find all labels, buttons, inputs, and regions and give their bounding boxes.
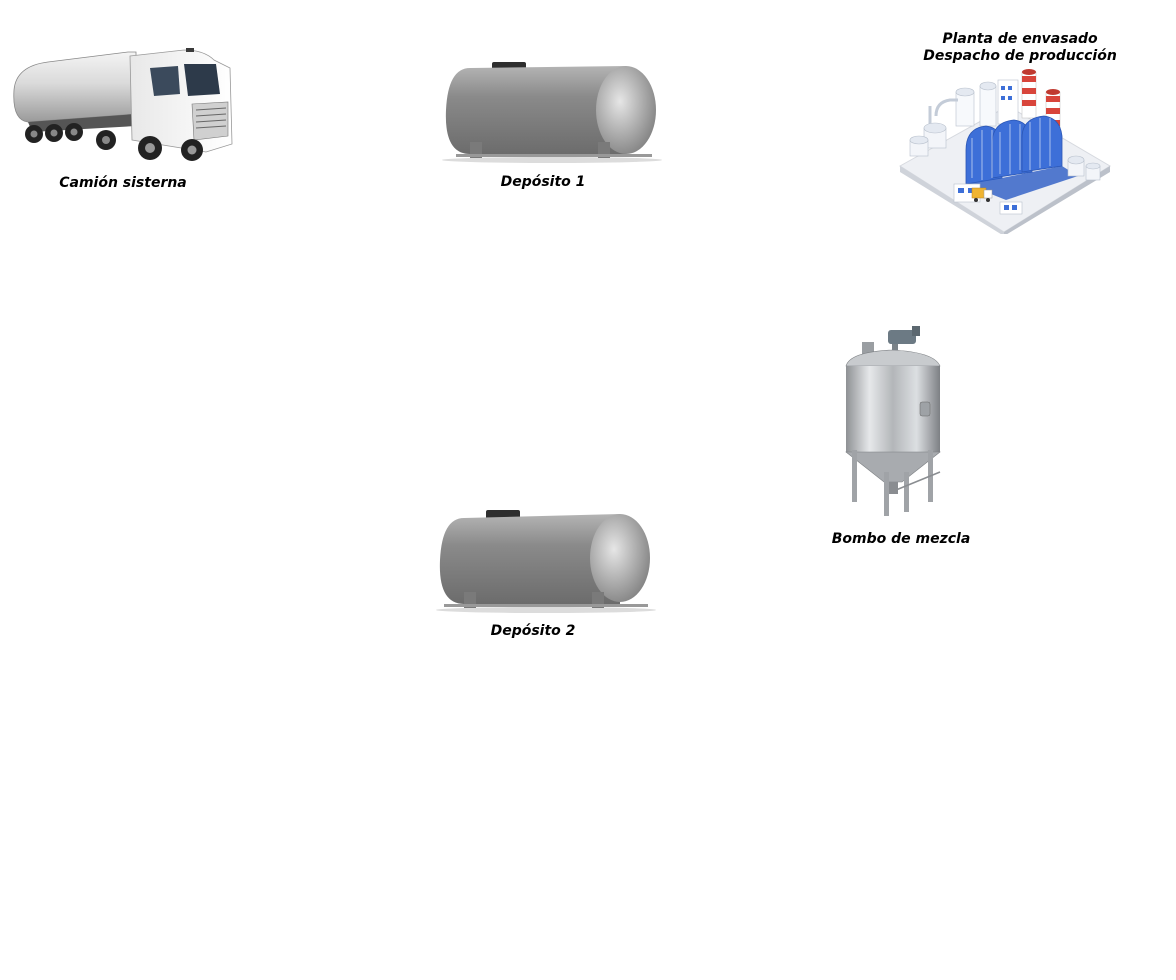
tank-1 (440, 58, 666, 166)
truck-label: Camión sisterna (59, 175, 187, 191)
plant-label-line1: Planta de envasado (942, 31, 1098, 47)
plant-label-line2: Despacho de producción (923, 48, 1117, 64)
tanker-truck-icon (13, 48, 233, 161)
packaging-plant (896, 66, 1112, 234)
tank-2 (434, 508, 660, 616)
factory-icon (899, 69, 1111, 234)
horizontal-tank-icon (436, 510, 656, 613)
tank-2-label: Depósito 2 (490, 623, 576, 639)
mixing-vessel-icon (845, 326, 941, 516)
mixing-vessel (836, 322, 950, 522)
tanker-truck (8, 44, 234, 168)
mixer-label: Bombo de mezcla (831, 531, 971, 547)
horizontal-tank-icon (442, 62, 662, 163)
tank-1-label: Depósito 1 (500, 174, 586, 190)
